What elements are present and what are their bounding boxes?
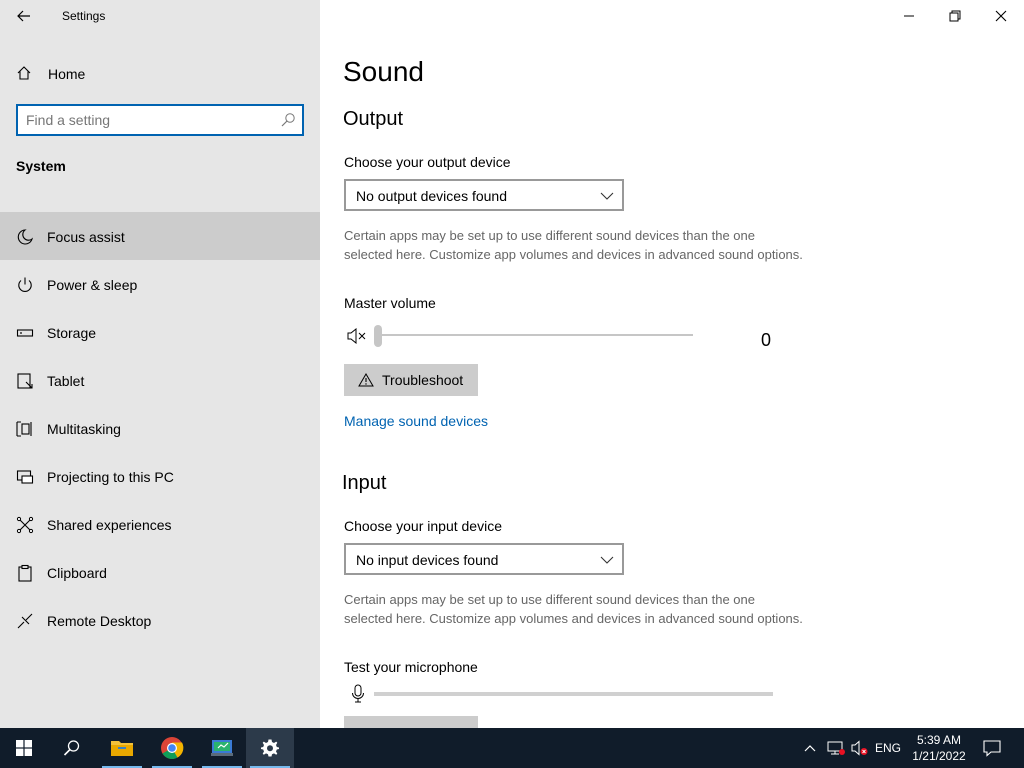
troubleshoot-button[interactable]: Troubleshoot xyxy=(344,364,478,396)
chevron-up-icon xyxy=(804,745,816,752)
restore-icon xyxy=(949,10,961,22)
taskbar-settings[interactable] xyxy=(246,728,294,768)
taskbar-app[interactable] xyxy=(198,728,246,768)
show-hidden-icons-button[interactable] xyxy=(800,728,820,768)
main-content: Sound Output Choose your output device N… xyxy=(320,0,1024,728)
notification-icon xyxy=(983,740,1001,757)
search-icon xyxy=(63,740,80,756)
sidebar: Settings Home System Focus assist Power … xyxy=(0,0,320,728)
multitasking-icon xyxy=(16,421,32,437)
sidebar-item-remote-desktop[interactable]: Remote Desktop xyxy=(0,596,320,644)
search-box[interactable] xyxy=(16,104,304,136)
shared-icon xyxy=(16,516,34,534)
input-device-value: No input devices found xyxy=(356,552,499,568)
master-volume-track[interactable] xyxy=(378,334,693,336)
sidebar-item-home[interactable]: Home xyxy=(0,56,320,90)
master-volume-label: Master volume xyxy=(344,295,436,311)
home-icon xyxy=(17,66,31,80)
clock-date: 1/21/2022 xyxy=(912,749,966,763)
page-title: Sound xyxy=(343,56,424,87)
sidebar-item-label: Clipboard xyxy=(47,565,107,581)
master-volume-thumb[interactable] xyxy=(374,325,382,347)
network-status-button[interactable] xyxy=(824,728,848,768)
master-volume-value: 0 xyxy=(761,330,772,350)
start-test-button[interactable] xyxy=(344,716,478,728)
sidebar-item-label: Focus assist xyxy=(47,229,125,245)
output-heading: Output xyxy=(343,108,404,130)
monitor-app-icon xyxy=(211,740,233,756)
output-description: Certain apps may be set up to use differ… xyxy=(344,228,803,262)
input-language-indicator[interactable]: ENG xyxy=(872,728,904,768)
output-device-dropdown[interactable]: No output devices found xyxy=(344,179,624,211)
microphone-icon xyxy=(352,684,364,703)
sidebar-item-focus-assist[interactable]: Focus assist xyxy=(0,212,320,260)
sidebar-item-label: Multitasking xyxy=(47,421,121,437)
sidebar-item-projecting[interactable]: Projecting to this PC xyxy=(0,452,320,500)
taskbar-file-explorer[interactable] xyxy=(98,728,146,768)
minimize-icon xyxy=(904,15,914,17)
clock[interactable]: 5:39 AM 1/21/2022 xyxy=(906,732,972,764)
manage-sound-devices-link[interactable]: Manage sound devices xyxy=(344,413,488,429)
app-title: Settings xyxy=(62,9,106,23)
action-center-button[interactable] xyxy=(978,728,1006,768)
warning-icon xyxy=(358,373,374,387)
sidebar-item-clipboard[interactable]: Clipboard xyxy=(0,548,320,596)
sidebar-nav: Focus assist Power & sleep Storage Table… xyxy=(0,212,320,644)
sidebar-item-label: Remote Desktop xyxy=(47,613,152,629)
restore-button[interactable] xyxy=(932,0,978,32)
folder-icon xyxy=(111,741,133,756)
sidebar-item-label: Shared experiences xyxy=(47,517,172,533)
gear-icon xyxy=(261,739,279,757)
taskbar-chrome[interactable] xyxy=(148,728,196,768)
sidebar-item-power-sleep[interactable]: Power & sleep xyxy=(0,260,320,308)
output-device-value: No output devices found xyxy=(356,188,507,204)
sidebar-item-multitasking[interactable]: Multitasking xyxy=(0,404,320,452)
title-bar: Settings xyxy=(0,0,320,32)
close-button[interactable] xyxy=(978,0,1024,32)
sidebar-item-storage[interactable]: Storage xyxy=(0,308,320,356)
projecting-icon xyxy=(16,470,34,484)
test-microphone-label: Test your microphone xyxy=(344,659,478,675)
chevron-down-icon xyxy=(600,192,614,200)
tablet-icon xyxy=(17,373,33,389)
start-button[interactable] xyxy=(0,728,48,768)
taskbar-search-button[interactable] xyxy=(48,728,96,768)
storage-icon xyxy=(16,329,34,337)
minimize-button[interactable] xyxy=(886,0,932,32)
moon-icon xyxy=(17,229,34,245)
back-arrow-icon xyxy=(17,10,30,22)
clipboard-icon xyxy=(18,564,32,582)
close-icon xyxy=(995,10,1007,22)
section-label: System xyxy=(16,158,66,174)
remote-desktop-icon xyxy=(17,613,33,629)
input-description: Certain apps may be set up to use differ… xyxy=(344,592,803,626)
microphone-level-bar xyxy=(374,692,773,696)
input-heading: Input xyxy=(342,472,387,494)
output-device-label: Choose your output device xyxy=(344,154,511,170)
speaker-muted-icon xyxy=(851,740,868,756)
search-icon[interactable] xyxy=(280,112,296,128)
search-input[interactable] xyxy=(26,111,266,129)
back-button[interactable] xyxy=(12,6,36,26)
chrome-icon xyxy=(161,737,184,759)
sidebar-item-label: Tablet xyxy=(47,373,85,389)
windows-logo-icon xyxy=(16,740,32,756)
clock-time: 5:39 AM xyxy=(916,733,962,747)
sidebar-item-label: Home xyxy=(48,66,86,82)
sidebar-item-label: Storage xyxy=(47,325,97,341)
power-icon xyxy=(18,277,32,292)
chevron-down-icon xyxy=(600,556,614,564)
network-disconnected-icon xyxy=(827,741,845,755)
sidebar-item-label: Projecting to this PC xyxy=(47,469,174,485)
speaker-muted-icon[interactable] xyxy=(347,328,367,344)
troubleshoot-label: Troubleshoot xyxy=(382,372,464,388)
sidebar-item-label: Power & sleep xyxy=(47,277,138,293)
sidebar-item-tablet[interactable]: Tablet xyxy=(0,356,320,404)
input-device-label: Choose your input device xyxy=(344,518,502,534)
volume-tray-button[interactable] xyxy=(849,728,871,768)
input-device-dropdown[interactable]: No input devices found xyxy=(344,543,624,575)
taskbar: ENG 5:39 AM 1/21/2022 xyxy=(0,728,1024,768)
sidebar-item-shared-experiences[interactable]: Shared experiences xyxy=(0,500,320,548)
